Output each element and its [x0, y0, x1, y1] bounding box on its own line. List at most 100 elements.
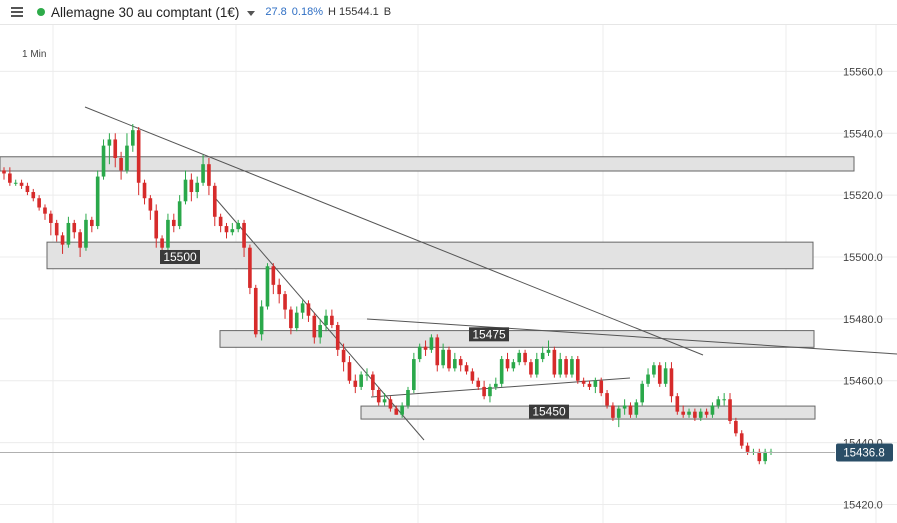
candle-body — [687, 411, 691, 415]
candle-body — [25, 185, 30, 193]
candle-body — [722, 399, 726, 401]
candle-body — [189, 179, 194, 193]
candle-body — [669, 368, 674, 397]
candle-body — [488, 386, 492, 397]
last-price-label: 15436.8 — [843, 447, 885, 459]
session-high: H 15544.1 — [328, 6, 379, 18]
candle-body — [453, 359, 457, 369]
y-tick-label: 15460.0 — [843, 376, 883, 388]
candle-body — [546, 349, 551, 353]
candle-body — [125, 145, 129, 171]
candle-body — [698, 411, 703, 418]
candle-body — [72, 222, 77, 233]
candle-body — [66, 222, 71, 245]
instrument-title[interactable]: Allemagne 30 au comptant (1€) — [51, 5, 239, 20]
candle-body — [283, 294, 287, 310]
candle-body — [166, 219, 170, 248]
candle-body — [616, 408, 621, 418]
candle-body — [330, 315, 334, 326]
y-tick-label: 15420.0 — [843, 499, 883, 511]
price-change: 27.8 — [265, 6, 287, 18]
candle-body — [622, 405, 627, 409]
candle-body — [259, 306, 264, 335]
candle-body — [476, 380, 481, 387]
candle-body — [171, 219, 176, 227]
candle-body — [382, 399, 387, 403]
candle-body — [90, 219, 94, 227]
candle-body — [675, 396, 680, 412]
candle-body — [335, 325, 340, 350]
candle-body — [423, 346, 428, 350]
price-zone[interactable] — [360, 405, 816, 420]
candle-body — [271, 266, 276, 285]
candle-body — [148, 198, 153, 211]
candle-body — [177, 201, 182, 227]
candle-body — [745, 445, 750, 452]
candle-body — [429, 337, 434, 350]
price-zone[interactable] — [219, 330, 815, 348]
candle-body — [324, 315, 328, 326]
candle-body — [19, 182, 24, 186]
y-tick-label: 15520.0 — [843, 190, 883, 202]
candle-body — [599, 380, 604, 394]
candle-body — [248, 247, 252, 288]
candle-body — [2, 170, 6, 174]
market-open-indicator — [37, 8, 45, 16]
candle-body — [359, 374, 363, 387]
candle-body — [499, 359, 504, 384]
candle-body — [417, 346, 422, 360]
candle-body — [611, 405, 615, 418]
candle-body — [534, 359, 539, 375]
trendline[interactable] — [84, 106, 704, 356]
candle-body — [558, 359, 563, 375]
candle-body — [710, 405, 715, 415]
candle-body — [657, 365, 662, 384]
bid-indicator: B — [383, 6, 392, 18]
candle-body — [412, 359, 416, 390]
candle-body — [31, 192, 36, 199]
menu-icon[interactable] — [11, 7, 23, 17]
candle-body — [570, 359, 574, 375]
candle-body — [581, 380, 586, 384]
candle-body — [201, 164, 205, 183]
candle-body — [652, 365, 656, 375]
candle-body — [464, 365, 469, 372]
candle-body — [253, 287, 258, 335]
candle-body — [142, 182, 147, 199]
candle-body — [494, 383, 498, 387]
y-tick-label: 15500.0 — [843, 252, 883, 264]
candle-body — [511, 362, 516, 369]
y-tick-label: 15540.0 — [843, 128, 883, 140]
candle-body — [136, 130, 141, 183]
candle-body — [406, 389, 410, 406]
candle-body — [587, 383, 592, 387]
chart-toolbar: Allemagne 30 au comptant (1€) 27.8 0.18%… — [0, 0, 897, 25]
candle-body — [353, 380, 358, 387]
candle-body — [160, 238, 164, 248]
candle-body — [78, 232, 82, 248]
candle-body — [37, 198, 41, 208]
zone-label: 15500 — [163, 250, 197, 264]
candle-body — [294, 312, 299, 329]
candle-body — [218, 216, 223, 227]
candle-body — [306, 303, 311, 316]
candle-body — [300, 303, 305, 313]
candle-body — [763, 451, 767, 462]
candle-body — [289, 309, 293, 329]
candle-body — [605, 393, 609, 406]
candle-body — [739, 433, 744, 446]
candle-body — [681, 411, 685, 415]
candle-body — [505, 359, 510, 369]
candle-body — [13, 182, 18, 184]
candle-body — [236, 222, 241, 230]
candle-body — [84, 219, 88, 248]
candle-body — [663, 368, 668, 384]
candle-body — [441, 349, 445, 366]
candle-body — [376, 389, 381, 403]
candle-body — [447, 349, 451, 369]
price-chart[interactable]: 15500 15475 15450 15560.0 15540.0 15520.0 155… — [0, 25, 897, 523]
candle-body — [757, 451, 762, 462]
chevron-down-icon[interactable] — [247, 10, 256, 16]
candle-body — [60, 235, 65, 245]
candle-body — [593, 380, 598, 387]
